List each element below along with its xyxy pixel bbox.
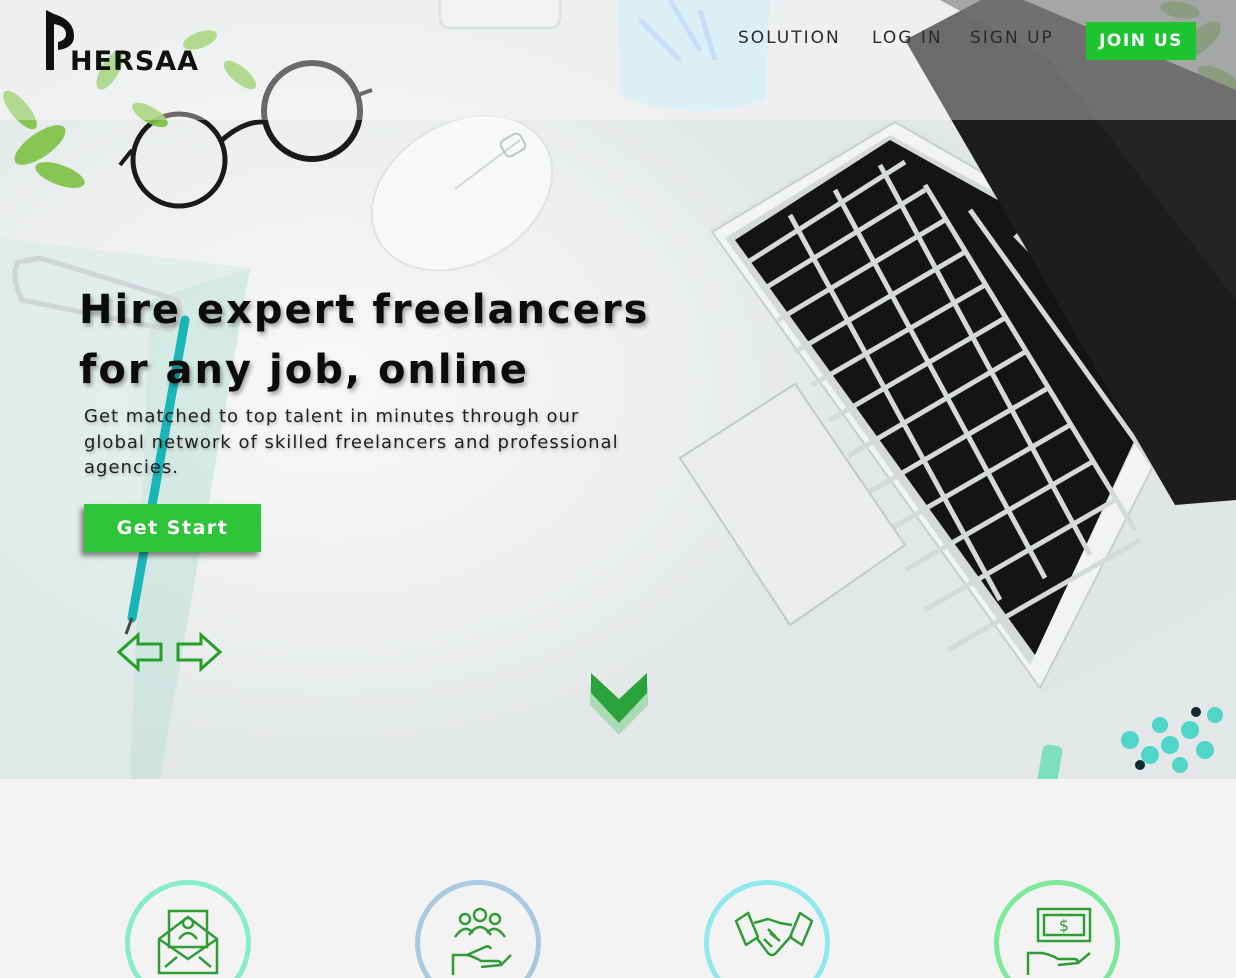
logo-wordmark: HERSAA [70,46,200,77]
team-hand-icon [451,907,512,975]
get-start-button[interactable]: Get Start [84,504,261,552]
prev-arrow-icon[interactable] [116,632,164,672]
mail-profile-icon [157,909,219,975]
feature-circle-4[interactable]: $ [994,880,1120,978]
scroll-down-chevron-icon[interactable] [588,665,650,739]
feature-circle-1[interactable] [125,880,251,978]
handshake-icon [734,911,814,957]
hero-headline: Hire expert freelancers for any job, onl… [79,280,719,400]
nav-log-in[interactable]: LOG IN [872,28,943,52]
svg-text:$: $ [1059,916,1069,935]
feature-circle-2[interactable] [415,880,541,978]
feature-circle-3[interactable] [704,880,830,978]
nav-sign-up[interactable]: SIGN UP [970,28,1054,52]
headline-line-1: Hire expert freelancers [79,287,650,333]
hero-section: HERSAA SOLUTION LOG IN SIGN UP JOIN US H… [0,0,1236,779]
headline-line-2: for any job, online [79,347,529,393]
brand-logo[interactable]: HERSAA [44,8,204,77]
next-arrow-icon[interactable] [175,632,223,672]
hero-subtext: Get matched to top talent in minutes thr… [84,406,619,478]
join-us-button[interactable]: JOIN US [1086,22,1196,60]
nav-solution[interactable]: SOLUTION [738,28,841,52]
money-hand-icon: $ [1026,907,1092,975]
